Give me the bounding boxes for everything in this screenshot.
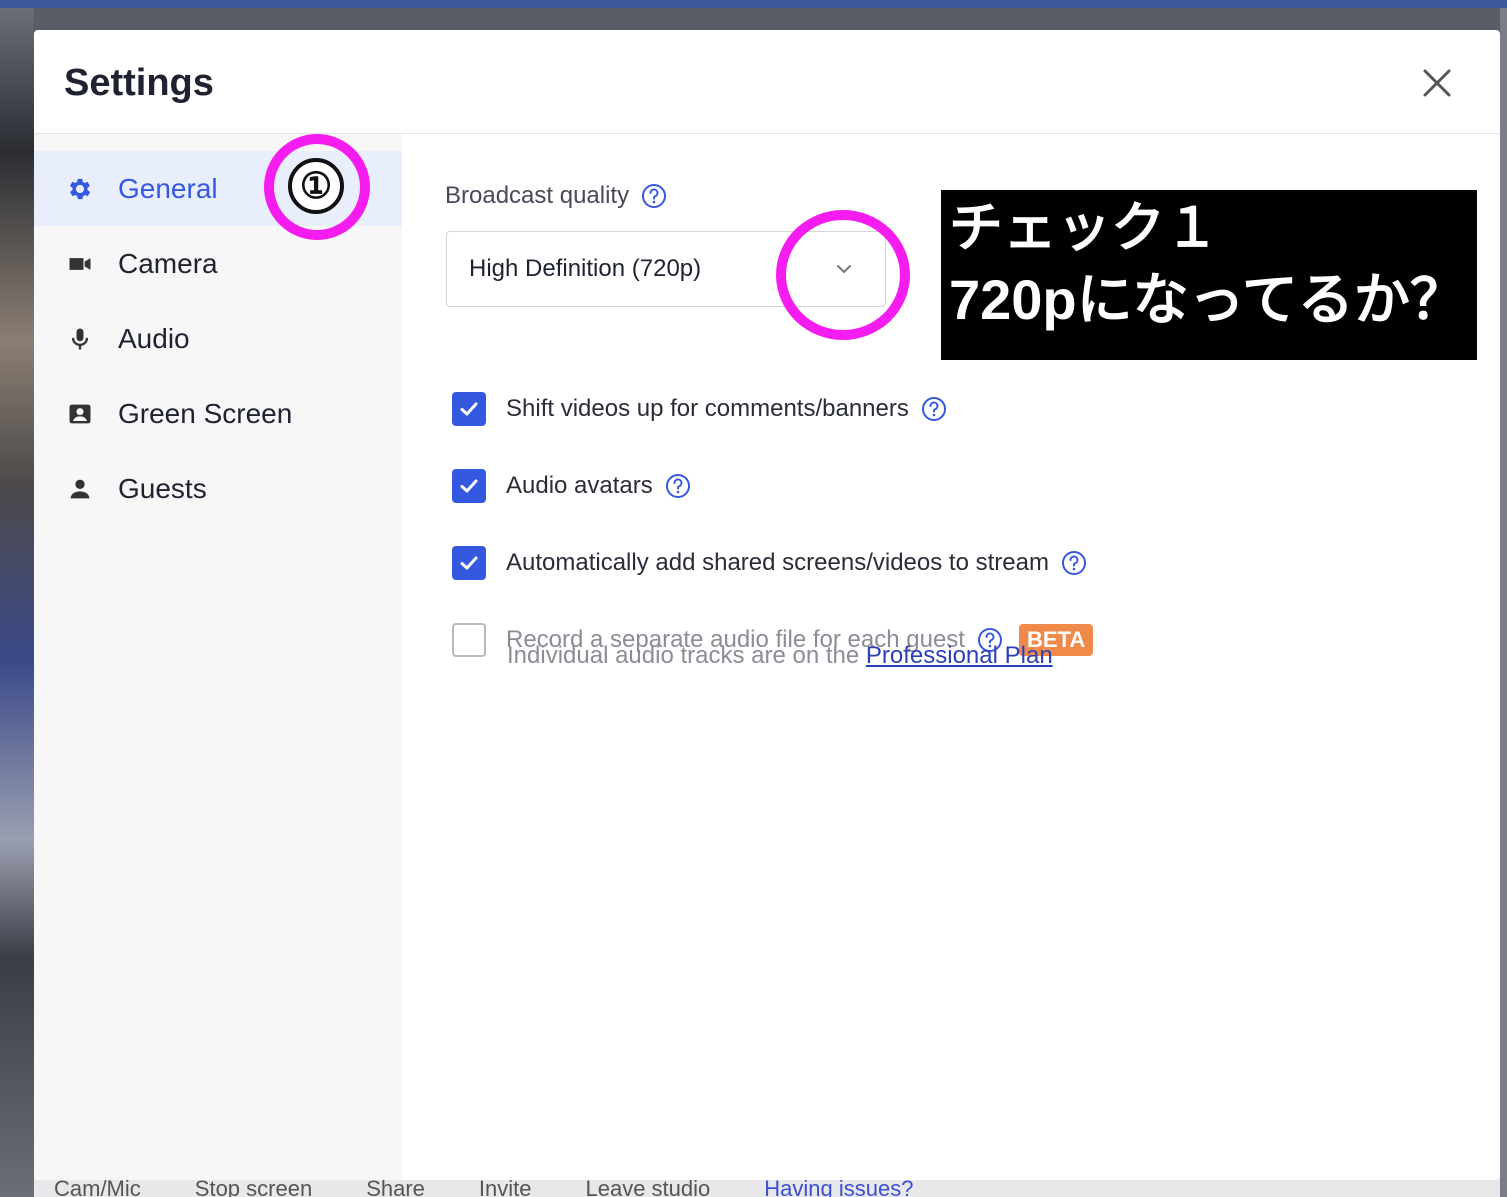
sidebar-item-label: Green Screen (118, 397, 293, 429)
option-label: Automatically add shared screens/videos … (506, 549, 1049, 576)
step-number-badge: ① (288, 158, 344, 214)
auto-add-shared-checkbox[interactable] (452, 546, 486, 580)
gear-icon (66, 175, 94, 203)
annotation-note-line1: チェック１ (949, 198, 1219, 258)
sidebar-item-green-screen[interactable]: Green Screen (34, 376, 402, 451)
app-top-bar (0, 0, 1507, 8)
sidebar-item-label: Audio (118, 322, 190, 354)
shift-videos-checkbox[interactable] (452, 392, 486, 426)
modal-title: Settings (64, 62, 214, 104)
broadcast-quality-label-text: Broadcast quality (445, 182, 630, 209)
option-label: Shift videos up for comments/banners (506, 395, 909, 422)
help-icon[interactable] (665, 473, 691, 499)
close-icon[interactable] (1420, 66, 1454, 100)
sidebar-item-camera[interactable]: Camera (34, 226, 402, 301)
sidebar-item-audio[interactable]: Audio (34, 301, 402, 376)
app-background-strip (0, 8, 34, 1197)
portrait-icon (66, 400, 94, 428)
microphone-icon (66, 325, 94, 353)
app-background-right (1500, 8, 1507, 1197)
option-label: Audio avatars (506, 472, 653, 499)
help-icon[interactable] (1061, 550, 1087, 576)
audio-avatars-checkbox[interactable] (452, 469, 486, 503)
upgrade-note: Individual audio tracks are on the Profe… (507, 642, 1053, 670)
upgrade-note-text: Individual audio tracks are on the (507, 642, 860, 669)
sidebar-item-label: Camera (118, 247, 218, 279)
sidebar-item-label: General (118, 172, 218, 204)
broadcast-quality-label: Broadcast quality (445, 182, 667, 210)
option-audio-avatars: Audio avatars (452, 469, 691, 503)
person-icon (66, 475, 94, 503)
help-icon[interactable] (641, 183, 667, 209)
professional-plan-link[interactable]: Professional Plan (866, 642, 1053, 669)
video-camera-icon (66, 250, 94, 278)
help-icon[interactable] (921, 396, 947, 422)
highlight-circle-dropdown (776, 210, 910, 340)
modal-header: Settings (34, 30, 1500, 134)
option-auto-add-shared: Automatically add shared screens/videos … (452, 546, 1087, 580)
sidebar-item-guests[interactable]: Guests (34, 451, 402, 526)
sidebar-item-label: Guests (118, 472, 207, 504)
annotation-note-line2: 720pになってるか？ (949, 268, 1466, 331)
settings-sidebar: General Camera Audio Green Screen Guests (34, 134, 402, 1180)
annotation-note: チェック１ 720pになってるか？ (941, 190, 1477, 360)
record-separate-audio-checkbox[interactable] (452, 623, 486, 657)
option-shift-videos: Shift videos up for comments/banners (452, 392, 947, 426)
broadcast-quality-value: High Definition (720p) (469, 255, 702, 282)
